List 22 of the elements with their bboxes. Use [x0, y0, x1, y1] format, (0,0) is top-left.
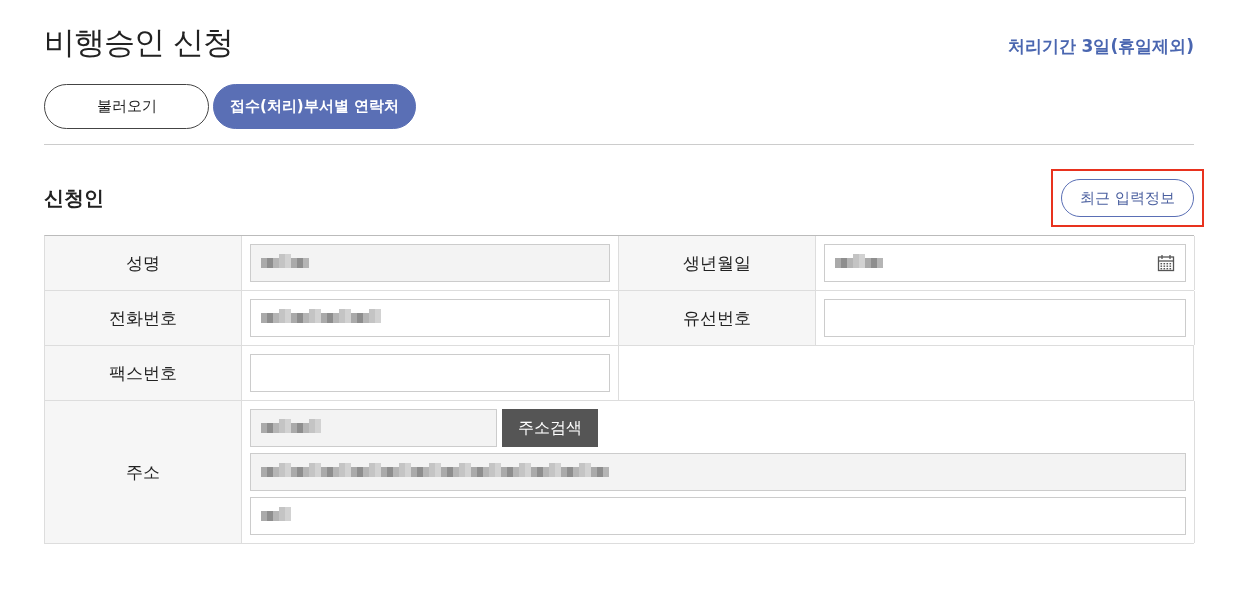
address-search-button[interactable]: 주소검색 — [502, 409, 598, 447]
pill-button[interactable]: 접수(처리)부서별 연락처 — [213, 84, 416, 129]
pill-button[interactable]: 불러오기 — [44, 84, 209, 129]
page-title: 비행승인 신청 — [44, 23, 233, 62]
field-label: 전화번호 — [45, 291, 242, 345]
input-field[interactable] — [824, 299, 1186, 337]
input-field[interactable] — [250, 497, 1186, 535]
section-title: 신청인 — [44, 184, 104, 212]
input-field[interactable] — [250, 244, 610, 282]
field-label: 유선번호 — [619, 291, 816, 345]
field-label: 팩스번호 — [45, 346, 242, 400]
input-field[interactable] — [250, 299, 610, 337]
recent-info-button[interactable]: 최근 입력정보 — [1061, 179, 1194, 217]
input-field[interactable] — [250, 409, 497, 447]
calendar-icon — [1157, 254, 1175, 272]
field-label: 성명 — [45, 236, 242, 290]
processing-period: 처리기간 3일(휴일제외) — [1007, 34, 1194, 58]
input-field[interactable] — [250, 354, 610, 392]
input-field[interactable] — [250, 453, 1186, 491]
field-label: 주소 — [45, 401, 242, 543]
input-field[interactable] — [824, 244, 1186, 282]
field-label: 생년월일 — [619, 236, 816, 290]
